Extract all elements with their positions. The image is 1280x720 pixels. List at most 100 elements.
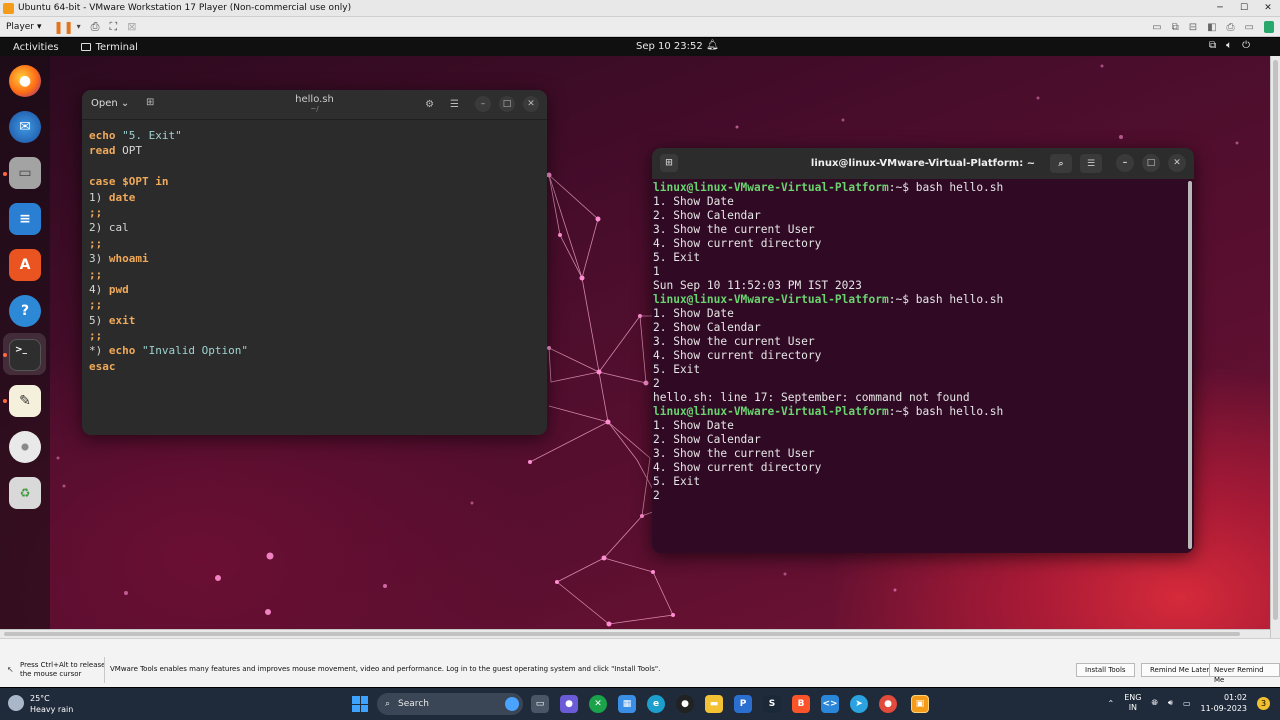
windows-start-icon[interactable]: [352, 696, 368, 712]
files-icon[interactable]: ▭: [9, 157, 41, 189]
code-line: esac: [89, 359, 547, 374]
chevron-down-icon: ▾: [37, 21, 42, 32]
close-icon[interactable]: ✕: [1168, 154, 1186, 172]
volume-icon[interactable]: 🔊︎: [1168, 698, 1173, 708]
language-code: ENG: [1124, 693, 1142, 702]
send-ctrl-alt-del-icon[interactable]: ⎙: [91, 20, 100, 34]
power-icon: ⏻: [1242, 40, 1250, 51]
display-icon[interactable]: ▭: [1245, 22, 1254, 33]
pause-icon[interactable]: ❚❚: [54, 20, 74, 34]
xbox-icon[interactable]: ✕: [589, 695, 607, 713]
close-button[interactable]: ✕: [1256, 0, 1280, 17]
close-icon[interactable]: ✕: [523, 96, 539, 112]
scroll-thumb[interactable]: [4, 632, 1240, 636]
scroll-thumb[interactable]: [1273, 60, 1278, 620]
system-menu[interactable]: ⧉ 🔈︎ ⏻: [1209, 40, 1250, 51]
bell-icon[interactable]: 🔔︎: [706, 40, 719, 51]
horizontal-scrollbar[interactable]: [0, 629, 1270, 638]
store-icon[interactable]: ▦: [618, 695, 636, 713]
code-line: 4) pwd: [89, 282, 547, 297]
terminal-icon[interactable]: >_: [9, 339, 41, 371]
help-icon[interactable]: ?: [9, 295, 41, 327]
vscode-icon[interactable]: <>: [821, 695, 839, 713]
file-explorer-icon[interactable]: ▬: [705, 695, 723, 713]
settings-gear-icon[interactable]: ⚙: [425, 99, 434, 110]
prompt-user: linux@linux-VMware-Virtual-Platform: [653, 293, 889, 306]
remind-me-later-button[interactable]: Remind Me Later: [1141, 663, 1219, 677]
terminal-output[interactable]: linux@linux-VMware-Virtual-Platform:~$ b…: [652, 179, 1194, 553]
windows-taskbar: 25°C Heavy rain ⌕ Search ▭ ● ✕ ▦ e ● ▬ P…: [0, 688, 1280, 720]
install-tools-button[interactable]: Install Tools: [1076, 663, 1135, 677]
telegram-icon[interactable]: ➤: [850, 695, 868, 713]
weather-widget[interactable]: 25°C Heavy rain: [8, 693, 73, 715]
teams-chat-icon[interactable]: ●: [560, 695, 578, 713]
prompt-user: linux@linux-VMware-Virtual-Platform: [653, 405, 889, 418]
app-menu[interactable]: Terminal: [80, 42, 138, 53]
task-view-icon[interactable]: ▭: [531, 695, 549, 713]
code-token: pwd: [108, 282, 129, 296]
taskbar-search[interactable]: ⌕ Search: [377, 693, 523, 715]
volume-icon: 🔈︎: [1226, 40, 1233, 51]
thunderbird-icon[interactable]: ✉: [9, 111, 41, 143]
github-icon[interactable]: ●: [676, 695, 694, 713]
search-icon[interactable]: ⌕: [1050, 154, 1072, 173]
steam-icon[interactable]: S: [763, 695, 781, 713]
device-icon[interactable]: ▭: [1152, 22, 1161, 33]
chevron-up-icon[interactable]: ⌃: [1108, 699, 1115, 708]
terminal-output-line: 2. Show Calendar: [653, 321, 761, 334]
app-center-icon[interactable]: A: [9, 249, 41, 281]
vertical-scrollbar[interactable]: [1270, 56, 1280, 638]
activities-button[interactable]: Activities: [13, 42, 59, 53]
code-token: exit: [108, 313, 136, 327]
globe-icon[interactable]: 🌐︎: [1151, 698, 1157, 708]
clock[interactable]: Sep 10 23:52: [636, 41, 703, 52]
fullscreen-icon[interactable]: ⛶: [109, 20, 117, 34]
minimize-icon[interactable]: –: [475, 96, 491, 112]
ubuntu-topbar: Activities Terminal Sep 10 23:52 🔔︎ ⧉ 🔈︎…: [0, 38, 1280, 56]
notification-badge[interactable]: 3: [1257, 696, 1270, 710]
code-token: case: [89, 175, 116, 189]
temperature: 25°C: [30, 694, 50, 703]
notepad-icon[interactable]: P: [734, 695, 752, 713]
chevron-down-icon[interactable]: ▾: [77, 22, 81, 31]
firefox-icon[interactable]: ●: [9, 65, 41, 97]
messages-icon[interactable]: [1264, 21, 1274, 33]
cursor-icon: ↖: [7, 665, 14, 674]
hamburger-menu-icon[interactable]: ☰: [450, 99, 459, 110]
hamburger-menu-icon[interactable]: ☰: [1080, 154, 1102, 173]
libreoffice-writer-icon[interactable]: ≡: [9, 203, 41, 235]
minimize-button[interactable]: ─: [1208, 0, 1232, 17]
code-line: ;;: [89, 205, 547, 220]
terminal-output-line: hello.sh: line 17: September: command no…: [653, 391, 970, 404]
network-adapter-icon[interactable]: ⧉: [1172, 22, 1179, 33]
taskbar-clock[interactable]: 01:02 11-09-2023: [1201, 692, 1248, 714]
maximize-button[interactable]: ☐: [1232, 0, 1256, 17]
never-remind-me-button[interactable]: Never Remind Me: [1209, 663, 1280, 684]
unity-icon[interactable]: ⊠: [127, 20, 136, 33]
brave-icon[interactable]: B: [792, 695, 810, 713]
printer-icon[interactable]: ⎙: [1227, 22, 1235, 33]
sound-icon[interactable]: ◧: [1207, 22, 1216, 33]
maximize-icon[interactable]: □: [1142, 154, 1160, 172]
language-indicator[interactable]: ENG IN: [1124, 693, 1141, 713]
terminal-output-line: 1. Show Date: [653, 195, 734, 208]
trash-icon[interactable]: ♻: [9, 477, 41, 509]
edge-icon[interactable]: e: [647, 695, 665, 713]
minimize-icon[interactable]: –: [1116, 154, 1134, 172]
terminal-output-line: 1. Show Date: [653, 307, 734, 320]
editor-text-area[interactable]: echo "5. Exit" read OPT case $OPT in 1) dat…: [82, 120, 547, 374]
usb-icon[interactable]: ⊟: [1189, 22, 1197, 33]
code-token: esac: [89, 359, 116, 373]
vmware-taskbar-icon[interactable]: ▣: [911, 695, 929, 713]
maximize-icon[interactable]: □: [499, 96, 515, 112]
prompt-suffix: :~$: [888, 181, 916, 194]
battery-icon[interactable]: ▭: [1183, 699, 1191, 708]
disc-icon[interactable]: [9, 431, 41, 463]
code-line: ;;: [89, 328, 547, 343]
chrome-icon[interactable]: ●: [879, 695, 897, 713]
terminal-window: ⊞ linux@linux-VMware-Virtual-Platform: ~…: [652, 148, 1194, 553]
text-editor-icon[interactable]: ✎: [9, 385, 41, 417]
player-menu[interactable]: Player ▾: [6, 22, 42, 32]
terminal-scrollbar[interactable]: [1188, 181, 1192, 549]
